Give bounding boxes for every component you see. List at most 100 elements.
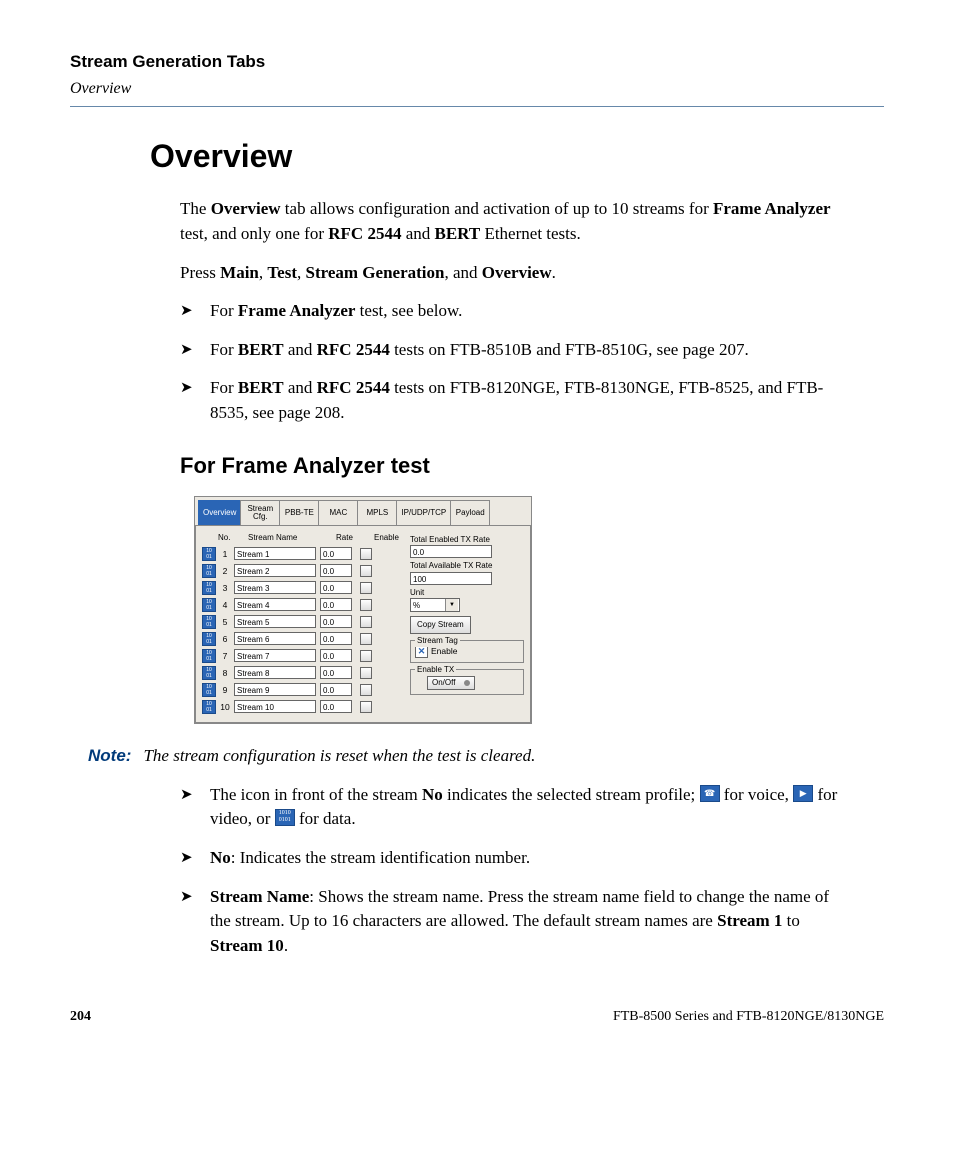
text: : Indicates the stream identification nu… (231, 848, 530, 867)
stream-enable-checkbox[interactable] (360, 684, 372, 696)
stream-tag-fieldset: Stream Tag ✕ Enable (410, 640, 524, 663)
text-bold: BERT (238, 340, 284, 359)
text: . (552, 263, 556, 282)
stream-row: 10012Stream 20.0 (202, 563, 404, 578)
stream-enable-checkbox[interactable] (360, 565, 372, 577)
stream-name-input[interactable]: Stream 6 (234, 632, 316, 645)
stream-enable-checkbox[interactable] (360, 701, 372, 713)
data-icon: 1001 (202, 581, 216, 595)
stream-enable-checkbox[interactable] (360, 633, 372, 645)
tab-pbbte[interactable]: PBB-TE (279, 500, 319, 525)
stream-rate-input[interactable]: 0.0 (320, 564, 352, 577)
text: , (297, 263, 306, 282)
stream-name-input[interactable]: Stream 10 (234, 700, 316, 713)
text: indicates the selected stream profile; (443, 785, 700, 804)
stream-rate-input[interactable]: 0.0 (320, 615, 352, 628)
stream-enable-checkbox[interactable] (360, 582, 372, 594)
stream-name-input[interactable]: Stream 4 (234, 598, 316, 611)
text: For (210, 301, 238, 320)
text-bold: Stream Name (210, 887, 309, 906)
stream-row: 10018Stream 80.0 (202, 665, 404, 680)
stream-name-input[interactable]: Stream 2 (234, 564, 316, 577)
text: to (782, 911, 799, 930)
text: . (284, 936, 288, 955)
copy-stream-button[interactable]: Copy Stream (410, 616, 471, 634)
section-subtitle: For Frame Analyzer test (180, 450, 884, 482)
text: test, see below. (355, 301, 462, 320)
bullet-list-bottom: The icon in front of the stream No indic… (180, 783, 854, 959)
stream-tag-enable-checkbox[interactable]: ✕ Enable (415, 645, 519, 658)
enable-tx-fieldset: Enable TX On/Off (410, 669, 524, 695)
bullet-list-top: For Frame Analyzer test, see below. For … (180, 299, 854, 426)
total-avail-label: Total Available TX Rate (410, 560, 524, 572)
text: for voice, (720, 785, 794, 804)
checkmark-icon: ✕ (415, 645, 428, 658)
stream-name-input[interactable]: Stream 8 (234, 666, 316, 679)
video-icon: ▶ (793, 785, 813, 802)
note-label: Note: (88, 744, 131, 769)
stream-row: 100110Stream 100.0 (202, 699, 404, 714)
stream-rate-input[interactable]: 0.0 (320, 666, 352, 679)
text: and (284, 378, 317, 397)
stream-enable-checkbox[interactable] (360, 548, 372, 560)
stream-row: 10013Stream 30.0 (202, 580, 404, 595)
tab-ip-udp-tcp[interactable]: IP/UDP/TCP (396, 500, 451, 525)
text-bold: Stream 10 (210, 936, 284, 955)
col-stream-name: Stream Name (248, 532, 336, 544)
stream-no: 10 (218, 701, 232, 713)
header-chapter: Stream Generation Tabs (70, 50, 884, 75)
total-enabled-label: Total Enabled TX Rate (410, 534, 524, 546)
data-icon: 1001 (202, 683, 216, 697)
text-bold: Overview (482, 263, 552, 282)
bullet-item: For Frame Analyzer test, see below. (204, 299, 854, 324)
unit-select[interactable]: % (410, 598, 460, 612)
stream-rate-input[interactable]: 0.0 (320, 649, 352, 662)
stream-enable-checkbox[interactable] (360, 650, 372, 662)
tab-mpls[interactable]: MPLS (357, 500, 397, 525)
stream-rate-input[interactable]: 0.0 (320, 683, 352, 696)
stream-row: 10017Stream 70.0 (202, 648, 404, 663)
bullet-item: For BERT and RFC 2544 tests on FTB-8120N… (204, 376, 854, 425)
stream-name-input[interactable]: Stream 5 (234, 615, 316, 628)
tab-stream-cfg[interactable]: StreamCfg. (240, 500, 280, 525)
text-bold: RFC 2544 (317, 340, 390, 359)
stream-enable-checkbox[interactable] (360, 667, 372, 679)
stream-row: 10015Stream 50.0 (202, 614, 404, 629)
bullet-item: No: Indicates the stream identification … (204, 846, 854, 871)
stream-rate-input[interactable]: 0.0 (320, 632, 352, 645)
stream-no: 6 (218, 633, 232, 645)
text: The icon in front of the stream (210, 785, 422, 804)
onoff-label: On/Off (432, 677, 455, 689)
stream-rate-input[interactable]: 0.0 (320, 598, 352, 611)
tab-mac[interactable]: MAC (318, 500, 358, 525)
stream-enable-checkbox[interactable] (360, 616, 372, 628)
data-icon: 1001 (202, 615, 216, 629)
tab-payload[interactable]: Payload (450, 500, 490, 525)
stream-enable-checkbox[interactable] (360, 599, 372, 611)
voice-icon: ☎ (700, 785, 720, 802)
text-bold: RFC 2544 (328, 224, 401, 243)
enable-tx-legend: Enable TX (415, 664, 456, 676)
stream-name-input[interactable]: Stream 3 (234, 581, 316, 594)
stream-rate-input[interactable]: 0.0 (320, 700, 352, 713)
press-paragraph: Press Main, Test, Stream Generation, and… (180, 261, 854, 286)
text-bold: Frame Analyzer (238, 301, 356, 320)
stream-row: 10016Stream 60.0 (202, 631, 404, 646)
stream-no: 2 (218, 565, 232, 577)
onoff-button[interactable]: On/Off (427, 676, 475, 690)
stream-row: 10011Stream 10.0 (202, 546, 404, 561)
text: and (284, 340, 317, 359)
tab-overview[interactable]: Overview (198, 500, 241, 525)
text: The (180, 199, 211, 218)
data-icon: 1001 (202, 666, 216, 680)
page-footer: 204 FTB-8500 Series and FTB-8120NGE/8130… (70, 1007, 884, 1027)
stream-name-input[interactable]: Stream 9 (234, 683, 316, 696)
stream-no: 4 (218, 599, 232, 611)
stream-rate-input[interactable]: 0.0 (320, 547, 352, 560)
stream-name-input[interactable]: Stream 7 (234, 649, 316, 662)
stream-rate-input[interactable]: 0.0 (320, 581, 352, 594)
stream-name-input[interactable]: Stream 1 (234, 547, 316, 560)
stream-row: 10019Stream 9 0.0 (202, 682, 404, 697)
note-text: The stream configuration is reset when t… (143, 744, 884, 769)
stream-no: 9 (218, 684, 232, 696)
